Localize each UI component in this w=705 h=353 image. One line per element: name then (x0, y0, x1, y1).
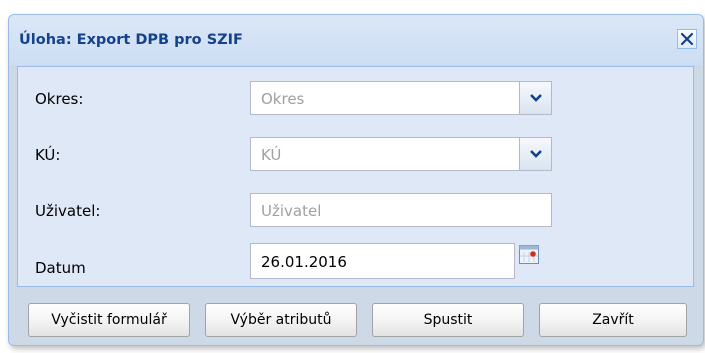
okres-label: Okres: (35, 90, 84, 108)
okres-dropdown-trigger[interactable] (519, 82, 551, 114)
okres-combobox[interactable]: Okres (250, 81, 552, 115)
dialog-footer: Vyčistit formulář Výběr atributů Spustit… (9, 287, 703, 345)
chevron-down-icon (530, 150, 542, 158)
datum-input[interactable]: 26.01.2016 (261, 253, 347, 271)
dialog-title: Úloha: Export DPB pro SZIF (19, 32, 243, 48)
ku-dropdown-trigger[interactable] (519, 138, 551, 170)
ku-combobox[interactable]: KÚ (250, 137, 552, 171)
datum-field[interactable]: 26.01.2016 (250, 243, 515, 279)
dialog-window: Úloha: Export DPB pro SZIF Okres: Okres … (8, 14, 704, 346)
close-icon (680, 32, 694, 46)
uzivatel-field[interactable]: Uživatel (250, 193, 552, 227)
select-attributes-button[interactable]: Výběr atributů (205, 303, 357, 337)
close-button[interactable] (677, 29, 697, 49)
chevron-down-icon (530, 94, 542, 102)
dialog-titlebar: Úloha: Export DPB pro SZIF (9, 15, 703, 65)
run-button[interactable]: Spustit (372, 303, 524, 337)
date-picker-button[interactable] (518, 243, 540, 265)
ku-label: KÚ: (35, 146, 61, 164)
close-dialog-button[interactable]: Zavřít (539, 303, 687, 337)
okres-input[interactable]: Okres (261, 90, 304, 108)
datum-label: Datum (35, 259, 86, 277)
clear-form-button[interactable]: Vyčistit formulář (28, 303, 190, 337)
ku-input[interactable]: KÚ (261, 146, 281, 164)
uzivatel-input[interactable]: Uživatel (261, 202, 321, 220)
form-panel: Okres: Okres KÚ: KÚ Uživatel: Uživatel D… (17, 66, 694, 287)
calendar-icon (519, 245, 539, 264)
uzivatel-label: Uživatel: (35, 202, 101, 220)
